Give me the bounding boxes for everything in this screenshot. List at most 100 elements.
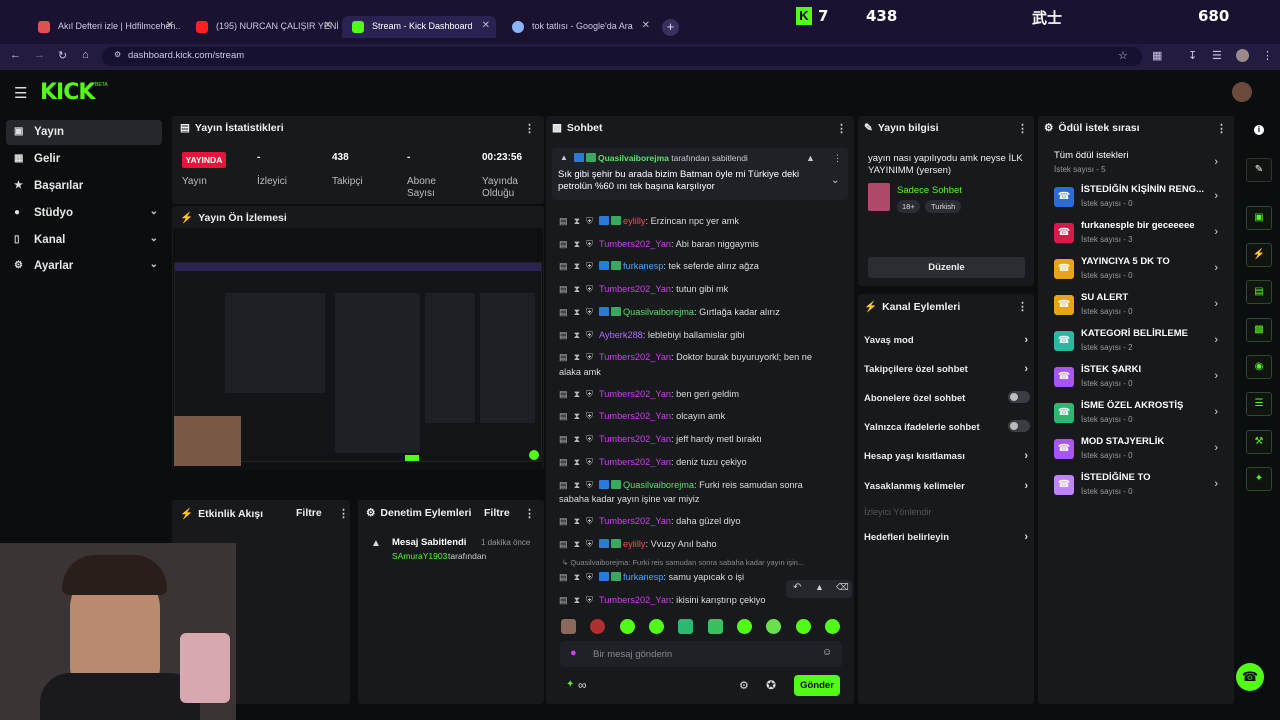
media-icon[interactable]: ☰ <box>1212 49 1222 62</box>
rail-apps-icon[interactable]: ✦ <box>1246 467 1272 491</box>
kick-points-icon[interactable]: ✦ <box>566 679 574 690</box>
chat-username[interactable]: Tumbers202_Yan <box>599 239 671 249</box>
delete-icon[interactable]: ▤ <box>559 434 568 444</box>
ban-icon[interactable]: ⛨ <box>586 307 593 317</box>
chevron-down-icon[interactable]: ⌄ <box>831 175 839 186</box>
home-icon[interactable]: ⌂ <box>82 49 89 61</box>
infinity-icon[interactable]: ∞ <box>578 678 587 692</box>
ban-icon[interactable]: ⛨ <box>586 216 593 226</box>
close-icon[interactable]: ✕ <box>482 20 490 31</box>
timeout-icon[interactable]: ⧗ <box>574 539 580 549</box>
timeout-icon[interactable]: ⧗ <box>574 411 580 421</box>
timeout-icon[interactable]: ⧗ <box>574 261 580 271</box>
user-avatar[interactable] <box>1232 82 1252 102</box>
reward-item[interactable]: ☎ furkanesple bir geceeeee İstek sayısı - … <box>1054 220 1224 250</box>
timeout-icon[interactable]: ⧗ <box>574 516 580 526</box>
chat-username[interactable]: eylilly <box>623 216 645 226</box>
more-options-icon[interactable]: ⋮ <box>524 507 535 520</box>
delete-icon[interactable]: ▤ <box>559 239 568 249</box>
emote-icon[interactable] <box>825 619 840 634</box>
rail-preview-icon[interactable]: ▣ <box>1246 206 1272 230</box>
delete-icon[interactable]: ▤ <box>559 411 568 421</box>
chat-username[interactable]: Tumbers202_Yan <box>599 411 671 421</box>
sidebar-item-basarilar[interactable]: ★ Başarılar <box>6 174 162 199</box>
extensions-icon[interactable]: ▦ <box>1152 49 1162 62</box>
pin-icon[interactable]: ▲ <box>815 582 824 592</box>
action-set-goals[interactable]: Hedefleri belirleyin › <box>864 531 1028 543</box>
close-icon[interactable]: ✕ <box>166 20 174 31</box>
rail-broadcast-icon[interactable]: ◉ <box>1246 355 1272 379</box>
site-info-icon[interactable]: ⚙ <box>114 50 121 59</box>
delete-icon[interactable]: ▤ <box>559 352 568 362</box>
ban-icon[interactable]: ⛨ <box>586 480 593 490</box>
more-options-icon[interactable]: ⋮ <box>524 122 535 135</box>
ban-icon[interactable]: ⛨ <box>586 516 593 526</box>
action-slow-mode[interactable]: Yavaş mod › <box>864 334 1028 346</box>
ban-icon[interactable]: ⛨ <box>586 284 593 294</box>
hamburger-menu-icon[interactable]: ☰ <box>14 84 27 102</box>
reward-item[interactable]: ☎ YAYINCIYA 5 DK TO İstek sayısı - 0 › <box>1054 256 1224 286</box>
delete-icon[interactable]: ▤ <box>559 261 568 271</box>
sidebar-item-gelir[interactable]: ▦ Gelir <box>6 147 162 172</box>
chat-username[interactable]: Tumbers202_Yan <box>599 352 671 362</box>
delete-icon[interactable]: ▤ <box>559 572 568 582</box>
delete-icon[interactable]: ▤ <box>559 539 568 549</box>
timeout-icon[interactable]: ⧗ <box>574 216 580 226</box>
close-icon[interactable]: ✕ <box>642 20 650 31</box>
ban-icon[interactable]: ⛨ <box>586 411 593 421</box>
reward-item[interactable]: ☎ İSTEK ŞARKI İstek sayısı - 0 › <box>1054 364 1224 394</box>
ban-icon[interactable]: ⛨ <box>586 434 593 444</box>
moderation-event-user[interactable]: SAmuraY1903 <box>392 551 447 561</box>
emotes-only-toggle[interactable] <box>1008 420 1030 432</box>
bookmark-star-icon[interactable]: ☆ <box>1118 49 1128 62</box>
chat-input[interactable]: ● Bir mesaj gönderin ☺ <box>560 641 842 667</box>
timeout-icon[interactable]: ⧗ <box>574 239 580 249</box>
rail-list-icon[interactable]: ☰ <box>1246 392 1272 416</box>
reward-item[interactable]: ☎ İSTEDİĞİN KİŞİNİN RENG... İstek sayısı -… <box>1054 184 1224 214</box>
menu-dots-icon[interactable]: ⋮ <box>1262 49 1273 62</box>
rail-bolt-icon[interactable]: ⚡ <box>1246 243 1272 267</box>
chat-username[interactable]: furkanesp <box>623 261 663 271</box>
more-options-icon[interactable]: ⋮ <box>1216 122 1227 135</box>
timeout-icon[interactable]: ⧗ <box>574 307 580 317</box>
chat-username[interactable]: Tumbers202_Yan <box>599 595 671 605</box>
reward-item[interactable]: ☎ İSME ÖZEL AKROSTİŞ İstek sayısı - 0 › <box>1054 400 1224 430</box>
chat-username[interactable]: Ayberk288 <box>599 330 643 340</box>
sidebar-item-yayin[interactable]: ▣ Yayın <box>6 120 162 145</box>
ban-icon[interactable]: ⛨ <box>586 330 593 340</box>
chat-username[interactable]: eylilly <box>623 539 645 549</box>
ban-icon[interactable]: ⛨ <box>586 239 593 249</box>
help-chat-icon[interactable]: ☎ <box>1236 663 1264 691</box>
timeout-icon[interactable]: ⧗ <box>574 330 580 340</box>
info-icon[interactable]: i <box>1254 125 1264 135</box>
download-icon[interactable]: ↧ <box>1188 49 1197 62</box>
emoji-icon[interactable]: ☺ <box>822 647 832 658</box>
moderation-filter-button[interactable]: Filtre <box>484 507 510 519</box>
timeout-icon[interactable]: ⧗ <box>574 389 580 399</box>
timeout-icon[interactable]: ⧗ <box>574 595 580 605</box>
delete-icon[interactable]: ▤ <box>559 284 568 294</box>
delete-icon[interactable]: ⌫ <box>836 582 849 593</box>
activity-filter-button[interactable]: Filtre <box>296 507 322 519</box>
emote-icon[interactable] <box>561 619 576 634</box>
ban-icon[interactable]: ⛨ <box>586 572 593 582</box>
chat-username[interactable]: Quasilvaiborejma <box>623 480 694 490</box>
action-subscribers-only[interactable]: Abonelere özel sohbet <box>864 391 1030 404</box>
delete-icon[interactable]: ▤ <box>559 595 568 605</box>
emote-icon[interactable] <box>590 619 605 634</box>
timeout-icon[interactable]: ⧗ <box>574 434 580 444</box>
more-options-icon[interactable]: ⋮ <box>1017 122 1028 135</box>
delete-icon[interactable]: ▤ <box>559 216 568 226</box>
delete-icon[interactable]: ▤ <box>559 457 568 467</box>
new-tab-button[interactable]: + <box>662 19 679 36</box>
chat-username[interactable]: Tumbers202_Yan <box>599 457 671 467</box>
address-bar[interactable]: dashboard.kick.com/stream <box>102 47 1142 66</box>
reward-item[interactable]: ☎ MOD STAJYERLİK İstek sayısı - 0 › <box>1054 436 1224 466</box>
delete-icon[interactable]: ▤ <box>559 307 568 317</box>
ban-icon[interactable]: ⛨ <box>586 595 593 605</box>
emote-icon[interactable] <box>620 619 635 634</box>
delete-icon[interactable]: ▤ <box>559 389 568 399</box>
subscribers-only-toggle[interactable] <box>1008 391 1030 403</box>
chevron-down-icon[interactable]: ⌄ <box>150 206 158 217</box>
more-options-icon[interactable]: ⋮ <box>338 507 349 520</box>
